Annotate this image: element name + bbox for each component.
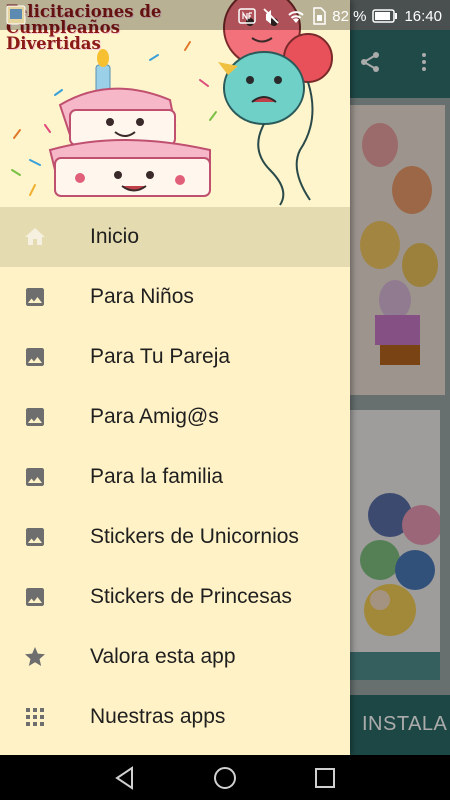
menu-item-label: Para Amig@s — [90, 405, 219, 428]
drawer-header: Felicitaciones de Cumpleaños Divertidas — [0, 0, 350, 207]
battery-percent: 82 % — [332, 7, 367, 25]
image-icon — [26, 408, 44, 426]
menu-item-para-la-familia[interactable]: Para la familia — [0, 447, 350, 507]
menu-item-label: Valora esta app — [90, 645, 236, 668]
menu-item-label: Para Tu Pareja — [90, 345, 231, 368]
back-icon[interactable] — [112, 765, 138, 791]
menu-item-para-tu-pareja[interactable]: Para Tu Pareja — [0, 327, 350, 387]
drawer-menu: Inicio Para Niños Para Tu Pareja Para Am… — [0, 207, 350, 747]
status-time: 16:40 — [404, 7, 442, 25]
menu-item-inicio[interactable]: Inicio — [0, 207, 350, 267]
menu-item-para-ninos[interactable]: Para Niños — [0, 267, 350, 327]
image-icon — [26, 348, 44, 366]
app-notification-icon — [6, 5, 26, 25]
image-icon — [26, 468, 44, 486]
home-circle-icon[interactable] — [212, 765, 238, 791]
recents-icon[interactable] — [312, 765, 338, 791]
screen: INSTALA Felicitaciones de Cumpleaños Div… — [0, 0, 450, 800]
menu-item-label: Para Niños — [90, 285, 194, 308]
wifi-icon — [288, 11, 304, 23]
menu-item-stickers-unicornios[interactable]: Stickers de Unicornios — [0, 507, 350, 567]
menu-item-label: Nuestras apps — [90, 705, 226, 728]
menu-item-label: Inicio — [90, 225, 140, 248]
menu-item-para-amigos[interactable]: Para Amig@s — [0, 387, 350, 447]
system-nav-bar — [0, 755, 450, 800]
menu-item-stickers-princesas[interactable]: Stickers de Princesas — [0, 567, 350, 627]
menu-item-label: Stickers de Princesas — [90, 585, 292, 608]
status-bar: 82 % 16:40 — [0, 0, 450, 30]
battery-icon — [372, 9, 398, 23]
nfc-icon — [238, 8, 256, 24]
navigation-drawer: Felicitaciones de Cumpleaños Divertidas … — [0, 0, 350, 755]
mute-icon — [263, 8, 279, 24]
sim-icon — [313, 7, 326, 25]
image-icon — [26, 588, 44, 606]
menu-item-label: Stickers de Unicornios — [90, 525, 299, 548]
menu-item-label: Para la familia — [90, 465, 224, 488]
image-icon — [26, 528, 44, 546]
apps-grid-icon — [26, 708, 44, 726]
star-icon — [25, 647, 45, 666]
menu-item-valora-app[interactable]: Valora esta app — [0, 627, 350, 687]
image-icon — [26, 288, 44, 306]
menu-item-nuestras-apps[interactable]: Nuestras apps — [0, 687, 350, 747]
home-icon — [25, 228, 45, 245]
